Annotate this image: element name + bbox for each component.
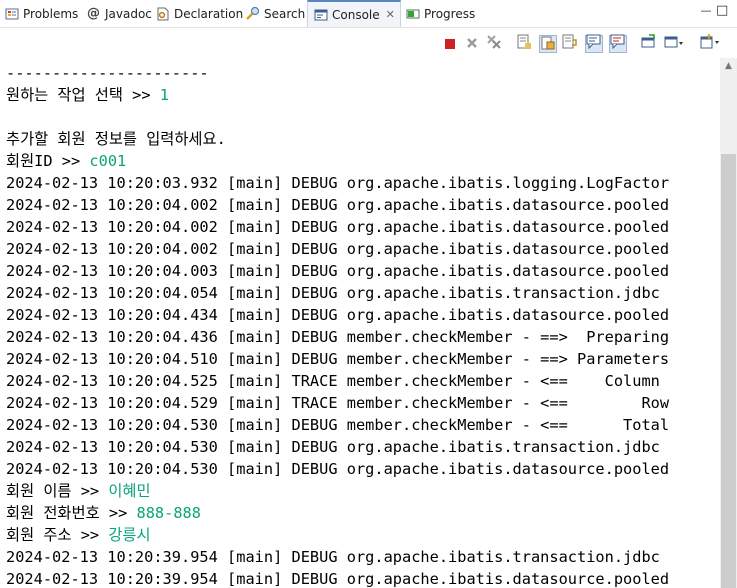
- display-selected-console-button[interactable]: [663, 35, 685, 53]
- scroll-lock-icon: [541, 35, 555, 54]
- log-text: 2024-02-13 10:20:39.954 [main] DEBUG org…: [6, 548, 660, 566]
- log-line: 2024-02-13 10:20:04.003 [main] DEBUG org…: [6, 260, 669, 282]
- tab-label: Search: [264, 6, 306, 21]
- user-input-text: 1: [159, 86, 169, 104]
- log-text: 2024-02-13 10:20:04.002 [main] DEBUG org…: [6, 218, 670, 236]
- log-text: 2024-02-13 10:20:04.530 [main] DEBUG org…: [6, 438, 660, 456]
- console-line: 회원 전화번호 >> 888-888: [6, 502, 201, 524]
- log-line: 2024-02-13 10:20:04.054 [main] DEBUG org…: [6, 282, 660, 304]
- tab-label: Declaration: [174, 6, 244, 21]
- tab-label: Problems: [23, 6, 79, 21]
- tab-progress[interactable]: Progress: [405, 0, 475, 27]
- log-line: 2024-02-13 10:20:03.932 [main] DEBUG org…: [6, 172, 669, 194]
- tab-label: Progress: [424, 6, 476, 21]
- log-text: 2024-02-13 10:20:04.530 [main] DEBUG org…: [6, 460, 670, 478]
- user-input-text: 888-888: [136, 504, 201, 522]
- pin-console-icon: [640, 34, 656, 54]
- log-text: 2024-02-13 10:20:04.510 [main] DEBUG mem…: [6, 350, 670, 368]
- log-text: 2024-02-13 10:20:04.003 [main] DEBUG org…: [6, 262, 670, 280]
- scrollbar-thumb[interactable]: [721, 154, 736, 588]
- log-text: 2024-02-13 10:20:04.436 [main] DEBUG mem…: [6, 328, 670, 346]
- log-line: 2024-02-13 10:20:04.530 [main] DEBUG org…: [6, 436, 660, 458]
- show-console-on-stdout-button[interactable]: [585, 34, 603, 54]
- log-line: 2024-02-13 10:20:04.436 [main] DEBUG mem…: [6, 326, 669, 348]
- console-line: 회원 주소 >> 강릉시: [6, 524, 151, 546]
- show-console-on-stdout-icon: [586, 34, 602, 54]
- search-icon: [245, 6, 260, 21]
- console-toolbar: [0, 28, 737, 58]
- display-selected-console-icon: [664, 35, 684, 54]
- user-input-text: 강릉시: [108, 526, 151, 544]
- console-output[interactable]: ---------------------- 원하는 작업 선택 >> 1 추가…: [0, 64, 720, 588]
- scroll-up-arrow-icon[interactable]: ▲: [720, 58, 737, 75]
- open-console-button[interactable]: [699, 34, 721, 54]
- log-text: 2024-02-13 10:20:03.932 [main] DEBUG org…: [6, 174, 670, 192]
- console-icon: [313, 7, 328, 22]
- close-icon[interactable]: ✕: [386, 8, 395, 21]
- tab-search[interactable]: Search: [245, 0, 305, 27]
- console-line: 추가할 회원 정보를 입력하세요.: [6, 128, 226, 150]
- log-line: 2024-02-13 10:20:04.002 [main] DEBUG org…: [6, 194, 669, 216]
- tab-console[interactable]: Console ✕: [307, 0, 401, 27]
- log-line: 2024-02-13 10:20:39.954 [main] DEBUG org…: [6, 546, 660, 568]
- log-line: 2024-02-13 10:20:04.002 [main] DEBUG org…: [6, 238, 669, 260]
- log-line: 2024-02-13 10:20:04.434 [main] DEBUG org…: [6, 304, 669, 326]
- clear-console-icon: [516, 34, 532, 54]
- log-text: 2024-02-13 10:20:04.434 [main] DEBUG org…: [6, 306, 670, 324]
- log-text: 2024-02-13 10:20:39.954 [main] DEBUG org…: [6, 570, 670, 588]
- log-line: 2024-02-13 10:20:04.529 [main] TRACE mem…: [6, 392, 669, 414]
- log-text: 2024-02-13 10:20:04.002 [main] DEBUG org…: [6, 196, 670, 214]
- log-text: 2024-02-13 10:20:04.054 [main] DEBUG org…: [6, 284, 660, 302]
- log-text: 2024-02-13 10:20:04.525 [main] TRACE mem…: [6, 372, 660, 390]
- log-line: 2024-02-13 10:20:04.510 [main] DEBUG mem…: [6, 348, 669, 370]
- terminate-icon: [444, 35, 456, 54]
- word-wrap-button[interactable]: [561, 34, 579, 54]
- maximize-button[interactable]: □: [716, 4, 728, 17]
- show-console-on-stderr-button[interactable]: [609, 34, 627, 54]
- user-input-text: 이혜민: [108, 482, 151, 500]
- javadoc-icon: @: [87, 6, 100, 21]
- log-line: 2024-02-13 10:20:04.530 [main] DEBUG org…: [6, 458, 669, 480]
- console-line: 원하는 작업 선택 >> 1: [6, 84, 169, 106]
- progress-icon: [405, 6, 420, 21]
- tab-label: Console: [332, 7, 380, 22]
- remove-launch-button[interactable]: [463, 35, 481, 53]
- tab-declaration[interactable]: Declaration: [155, 0, 243, 27]
- tab-javadoc[interactable]: @ Javadoc: [86, 0, 152, 27]
- log-text: 2024-02-13 10:20:04.530 [main] DEBUG mem…: [6, 416, 670, 434]
- prompt-text: 회원 이름 >>: [6, 482, 109, 500]
- user-input-text: c001: [89, 152, 127, 170]
- prompt-text: 회원ID >>: [6, 152, 90, 170]
- problems-icon: [4, 6, 19, 21]
- log-text: 2024-02-13 10:20:04.529 [main] TRACE mem…: [6, 394, 670, 412]
- log-line: 2024-02-13 10:20:04.002 [main] DEBUG org…: [6, 216, 669, 238]
- separator-line: ----------------------: [6, 64, 209, 82]
- remove-launch-icon: [465, 35, 479, 54]
- prompt-text: 추가할 회원 정보를 입력하세요.: [6, 130, 226, 148]
- vertical-scrollbar[interactable]: ▲: [720, 58, 737, 588]
- log-line: 2024-02-13 10:20:04.525 [main] TRACE mem…: [6, 370, 660, 392]
- tab-problems[interactable]: Problems: [4, 0, 78, 27]
- tab-label: Javadoc: [105, 6, 152, 21]
- console-line: 회원 이름 >> 이혜민: [6, 480, 151, 502]
- pin-console-button[interactable]: [639, 34, 657, 54]
- clear-console-button[interactable]: [515, 34, 533, 54]
- remove-all-terminated-icon: [486, 34, 502, 54]
- minimize-button[interactable]: —: [700, 5, 712, 17]
- word-wrap-icon: [562, 34, 578, 54]
- open-console-icon: [700, 34, 720, 54]
- terminate-button[interactable]: [441, 35, 459, 53]
- log-line: 2024-02-13 10:20:39.954 [main] DEBUG org…: [6, 568, 669, 588]
- view-tab-bar: Problems @ Javadoc Declaration Search Co…: [0, 0, 737, 28]
- console-line: 회원ID >> c001: [6, 150, 126, 172]
- remove-all-terminated-button[interactable]: [485, 35, 503, 53]
- log-text: 2024-02-13 10:20:04.002 [main] DEBUG org…: [6, 240, 670, 258]
- prompt-text: 원하는 작업 선택 >>: [6, 86, 160, 104]
- prompt-text: 회원 전화번호 >>: [6, 504, 137, 522]
- show-console-on-stderr-icon: [610, 34, 626, 54]
- log-line: 2024-02-13 10:20:04.530 [main] DEBUG mem…: [6, 414, 669, 436]
- declaration-icon: [155, 6, 170, 21]
- prompt-text: 회원 주소 >>: [6, 526, 109, 544]
- scroll-lock-button[interactable]: [539, 35, 557, 53]
